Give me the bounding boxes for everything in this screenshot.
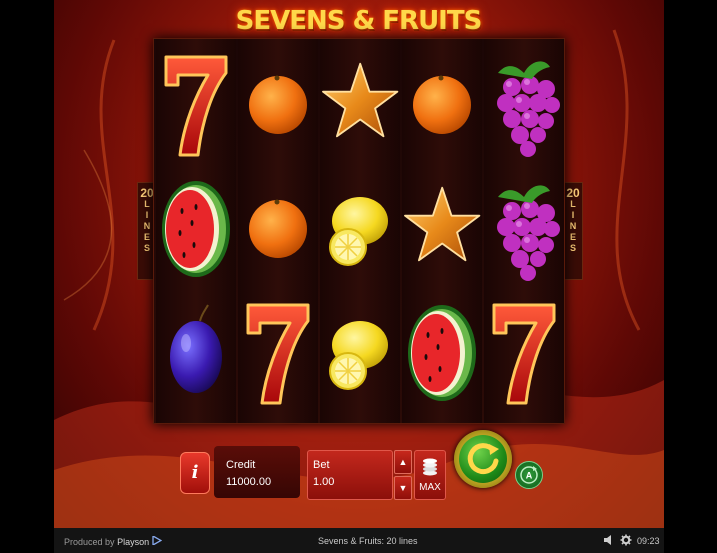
orange-symbol [238, 167, 318, 291]
credit-value: 11000.00 [226, 476, 272, 488]
settings-gear-icon[interactable] [620, 534, 632, 546]
produced-by: Produced by Playson [64, 534, 162, 547]
clock: 09:23 [637, 536, 660, 546]
reel-2 [238, 39, 318, 423]
refresh-arrow-icon [467, 443, 499, 475]
seven-symbol [156, 43, 236, 167]
reel-1 [156, 39, 236, 423]
max-bet-button[interactable]: MAX [414, 450, 446, 500]
lines-letter: N [569, 221, 577, 231]
bet-increase-button[interactable]: ▲ [394, 450, 412, 474]
star-symbol [402, 167, 482, 291]
game-title-logo: SEVENS & FRUITS [235, 6, 483, 36]
autoplay-button[interactable]: A [515, 461, 543, 489]
grapes-symbol [484, 43, 564, 167]
lemon-symbol [320, 167, 400, 291]
plum-symbol [156, 291, 236, 415]
autoplay-icon: A [520, 466, 538, 484]
produced-by-label: Produced by [64, 537, 115, 547]
lines-indicator-right: 20 L I N E S [563, 182, 583, 280]
bet-decrease-button[interactable]: ▼ [394, 476, 412, 500]
max-label: MAX [419, 482, 441, 493]
lines-letter: L [570, 199, 576, 209]
info-button[interactable]: i [180, 452, 210, 494]
sound-icon[interactable] [603, 534, 615, 546]
bet-value: 1.00 [313, 476, 335, 488]
status-bar: Produced by Playson Sevens & Fruits: 20 … [54, 528, 664, 553]
game-caption: Sevens & Fruits: 20 lines [318, 536, 418, 546]
reel-3 [320, 39, 400, 423]
coins-icon [423, 458, 437, 476]
seven-symbol [238, 291, 318, 415]
credit-display [214, 446, 300, 498]
lines-letter: S [569, 243, 576, 253]
lines-letter: E [569, 232, 576, 242]
autoplay-label: A [526, 471, 533, 481]
reel-area [153, 38, 565, 424]
seven-symbol [484, 291, 564, 415]
lines-count: 20 [566, 186, 580, 200]
provider-name: Playson [117, 537, 150, 547]
watermelon-symbol [156, 167, 236, 291]
lines-letter: I [571, 210, 575, 220]
orange-symbol [402, 43, 482, 167]
reel-5 [484, 39, 564, 423]
bet-display [307, 450, 393, 500]
spin-button-face[interactable] [459, 435, 507, 483]
orange-symbol [238, 43, 318, 167]
credit-label: Credit [226, 459, 256, 471]
game-stage: SEVENS & FRUITS 20 L I N E S 20 L I N E … [0, 0, 717, 553]
grapes-symbol [484, 167, 564, 291]
playson-logo-icon [151, 534, 162, 547]
reel-4 [402, 39, 482, 423]
lemon-symbol [320, 291, 400, 415]
star-symbol [320, 43, 400, 167]
bet-label: Bet [313, 459, 330, 471]
watermelon-symbol [402, 291, 482, 415]
